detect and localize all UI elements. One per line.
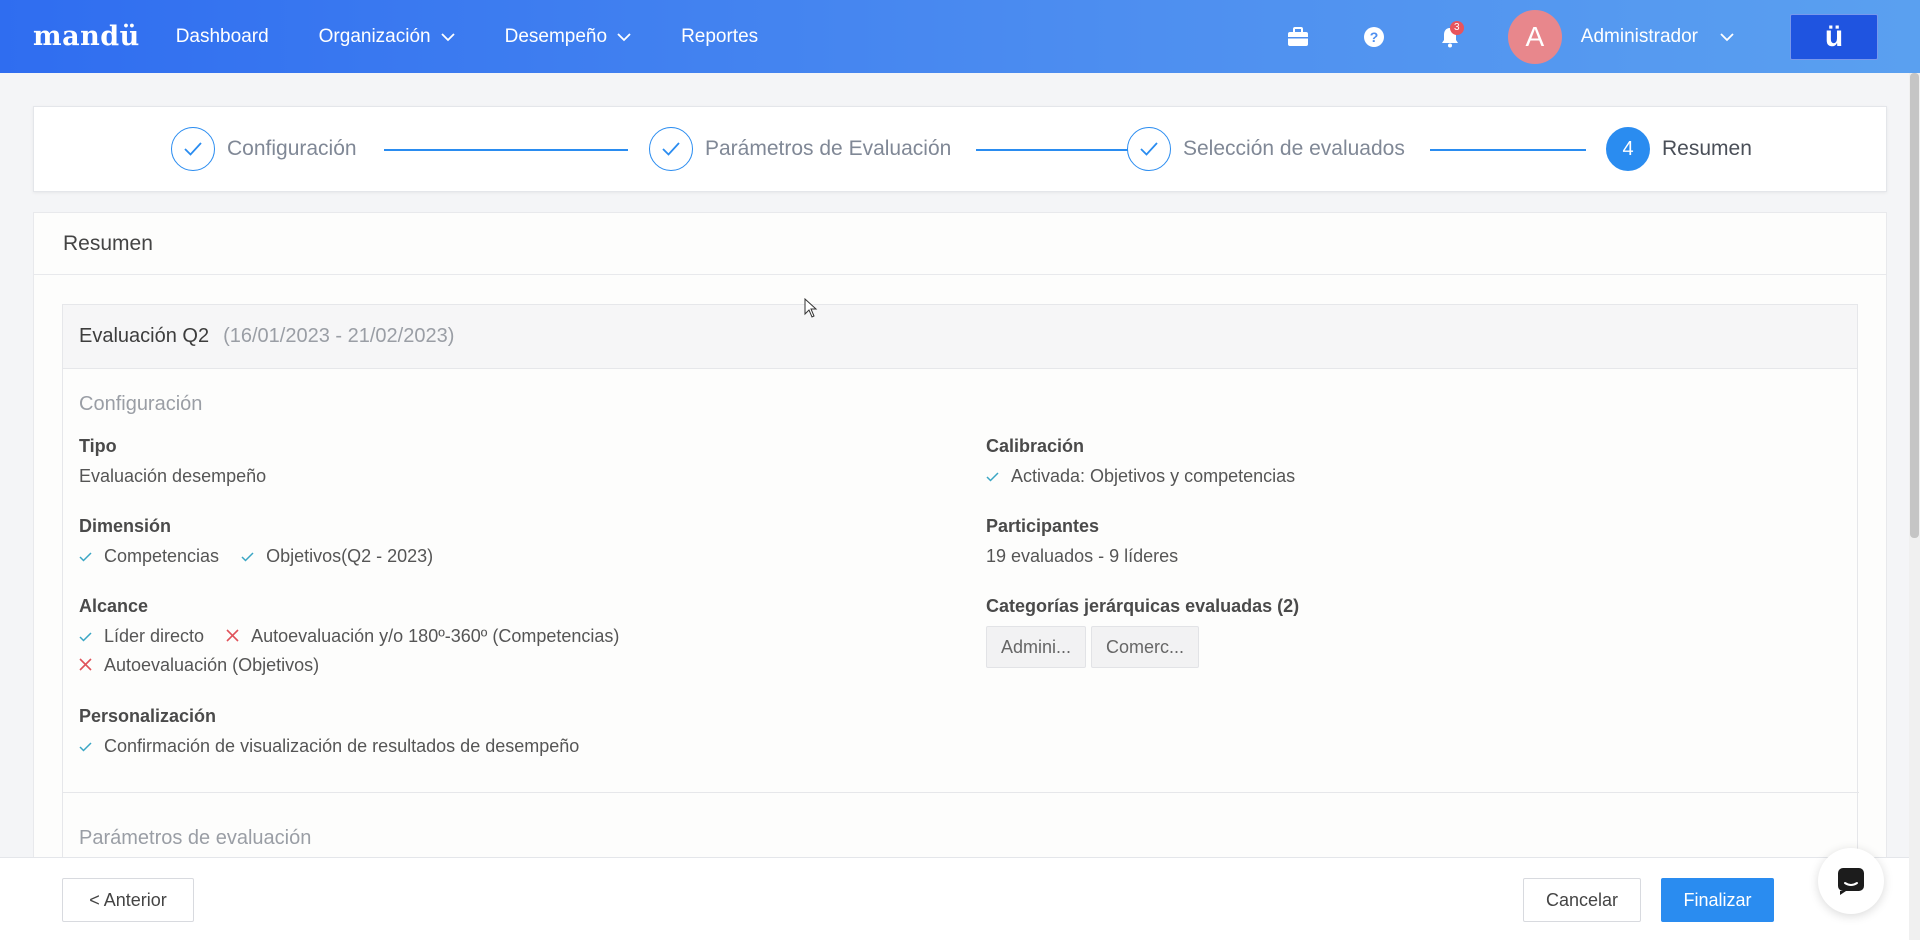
nav-desempeno[interactable]: Desempeño — [505, 26, 631, 48]
step-label: Selección de evaluados — [1183, 137, 1405, 160]
nav-dashboard[interactable]: Dashboard — [176, 26, 269, 48]
alcance-item: Autoevaluación (Objetivos) — [79, 655, 319, 676]
summary-card: Resumen Evaluación Q2 (16/01/2023 - 21/0… — [33, 212, 1887, 940]
step-label: Parámetros de Evaluación — [705, 137, 952, 160]
step-connector — [1430, 149, 1586, 151]
chevron-down-icon — [1720, 26, 1734, 48]
field-calibracion: Calibración Activada: Objetivos y compet… — [986, 436, 1317, 487]
field-categorias: Categorías jerárquicas evaluadas (2) Adm… — [986, 596, 1299, 668]
nav-reportes-label: Reportes — [681, 25, 759, 47]
scrollbar-thumb[interactable] — [1910, 73, 1919, 538]
step-parametros[interactable]: Parámetros de Evaluación — [649, 127, 951, 171]
field-label: Categorías jerárquicas evaluadas (2) — [986, 596, 1300, 616]
close-icon — [226, 626, 240, 647]
main-nav: Dashboard Organización Desempeño Reporte… — [176, 26, 808, 48]
field-value: 19 evaluados - 9 líderes — [986, 546, 1179, 566]
check-icon — [171, 127, 215, 171]
nav-dashboard-label: Dashboard — [175, 25, 269, 47]
mouse-cursor-icon — [804, 297, 818, 323]
alcance-label: Autoevaluación y/o 180º-360º (Competenci… — [251, 626, 620, 646]
step-label: Configuración — [227, 137, 357, 160]
svg-text:?: ? — [1370, 29, 1379, 45]
evaluation-dates: (16/01/2023 - 21/02/2023) — [223, 325, 455, 347]
field-label: Tipo — [79, 436, 117, 456]
calibracion-label: Activada: Objetivos y competencias — [1011, 466, 1296, 486]
briefcase-icon[interactable] — [1278, 17, 1318, 57]
dimension-label: Competencias — [104, 546, 220, 566]
field-value: Evaluación desempeño — [79, 466, 267, 486]
check-icon — [986, 466, 1000, 487]
chat-icon — [1838, 868, 1864, 895]
user-menu[interactable]: Administrador — [1581, 26, 1734, 48]
section-divider — [63, 792, 1859, 793]
avatar[interactable]: A — [1507, 9, 1562, 64]
personalizacion-item: Confirmación de visualización de resulta… — [79, 736, 579, 757]
field-label: Dimensión — [79, 516, 172, 536]
check-icon — [79, 736, 93, 757]
evaluation-header: Evaluación Q2 (16/01/2023 - 21/02/2023) — [63, 305, 1857, 369]
step-label: Resumen — [1662, 137, 1752, 160]
notification-badge: 3 — [1449, 20, 1464, 35]
step-connector — [384, 149, 628, 151]
help-icon[interactable]: ? — [1354, 17, 1394, 57]
check-icon — [1127, 127, 1171, 171]
brand-button[interactable]: ü — [1790, 13, 1878, 60]
check-icon — [79, 626, 93, 647]
step-configuracion[interactable]: Configuración — [171, 127, 357, 171]
category-tag[interactable]: Admini... — [986, 626, 1087, 668]
previous-button[interactable]: < Anterior — [62, 878, 194, 922]
alcance-item: Autoevaluación y/o 180º-360º (Competenci… — [226, 626, 619, 647]
wizard-stepper: Configuración Parámetros de Evaluación S… — [33, 106, 1887, 192]
field-dimension: Dimensión Competencias Objetivos(Q2 - 20… — [79, 516, 455, 567]
field-label: Participantes — [986, 516, 1100, 536]
nav-organizacion-label: Organización — [318, 25, 431, 47]
chat-launcher[interactable] — [1818, 848, 1884, 914]
personalizacion-label: Confirmación de visualización de resulta… — [104, 736, 580, 756]
field-label: Personalización — [79, 706, 217, 726]
check-icon — [79, 546, 93, 567]
field-tipo: Tipo Evaluación desempeño — [79, 436, 266, 487]
step-resumen: 4 Resumen — [1606, 127, 1752, 171]
section-parametros-title: Parámetros de evaluación — [79, 827, 312, 849]
field-personalizacion: Personalización Confirmación de visualiz… — [79, 706, 601, 757]
step-connector — [976, 149, 1140, 151]
finish-button[interactable]: Finalizar — [1661, 878, 1774, 922]
nav-desempeno-label: Desempeño — [504, 25, 608, 47]
chevron-down-icon — [617, 26, 631, 48]
step-seleccion[interactable]: Selección de evaluados — [1127, 127, 1405, 171]
cancel-button[interactable]: Cancelar — [1523, 878, 1641, 922]
navbar-right: ? 3 A Administrador ü — [1278, 0, 1920, 73]
alcance-label: Líder directo — [104, 626, 205, 646]
field-label: Alcance — [79, 596, 149, 616]
check-icon — [241, 546, 255, 567]
dimension-item: Competencias — [79, 546, 219, 567]
top-navbar: mandü Dashboard Organización Desempeño R… — [0, 0, 1920, 73]
alcance-label: Autoevaluación (Objetivos) — [104, 655, 320, 675]
nav-organizacion[interactable]: Organización — [319, 26, 455, 48]
card-title: Resumen — [34, 213, 1886, 275]
dimension-label: Objetivos(Q2 - 2023) — [266, 546, 434, 566]
calibracion-item: Activada: Objetivos y competencias — [986, 466, 1295, 487]
check-icon — [649, 127, 693, 171]
nav-reportes[interactable]: Reportes — [681, 26, 758, 48]
evaluation-summary: Evaluación Q2 (16/01/2023 - 21/02/2023) … — [62, 304, 1859, 940]
category-tag[interactable]: Comerc... — [1091, 626, 1200, 668]
field-alcance: Alcance Líder directo Autoevaluación y/o… — [79, 596, 641, 676]
app-logo[interactable]: mandü — [33, 21, 140, 52]
evaluation-name: Evaluación Q2 — [79, 325, 210, 347]
section-configuracion-title: Configuración — [79, 393, 203, 415]
user-name: Administrador — [1580, 25, 1698, 47]
notifications-button[interactable]: 3 — [1430, 17, 1470, 57]
field-participantes: Participantes 19 evaluados - 9 líderes — [986, 516, 1178, 567]
dimension-item: Objetivos(Q2 - 2023) — [241, 546, 433, 567]
footer-actions: < Anterior Cancelar Finalizar — [0, 857, 1909, 940]
alcance-item: Líder directo — [79, 626, 204, 647]
chevron-down-icon — [440, 26, 455, 48]
step-number: 4 — [1606, 127, 1650, 171]
page-scrollbar[interactable] — [1909, 73, 1920, 940]
close-icon — [79, 655, 93, 676]
field-label: Calibración — [986, 436, 1085, 456]
